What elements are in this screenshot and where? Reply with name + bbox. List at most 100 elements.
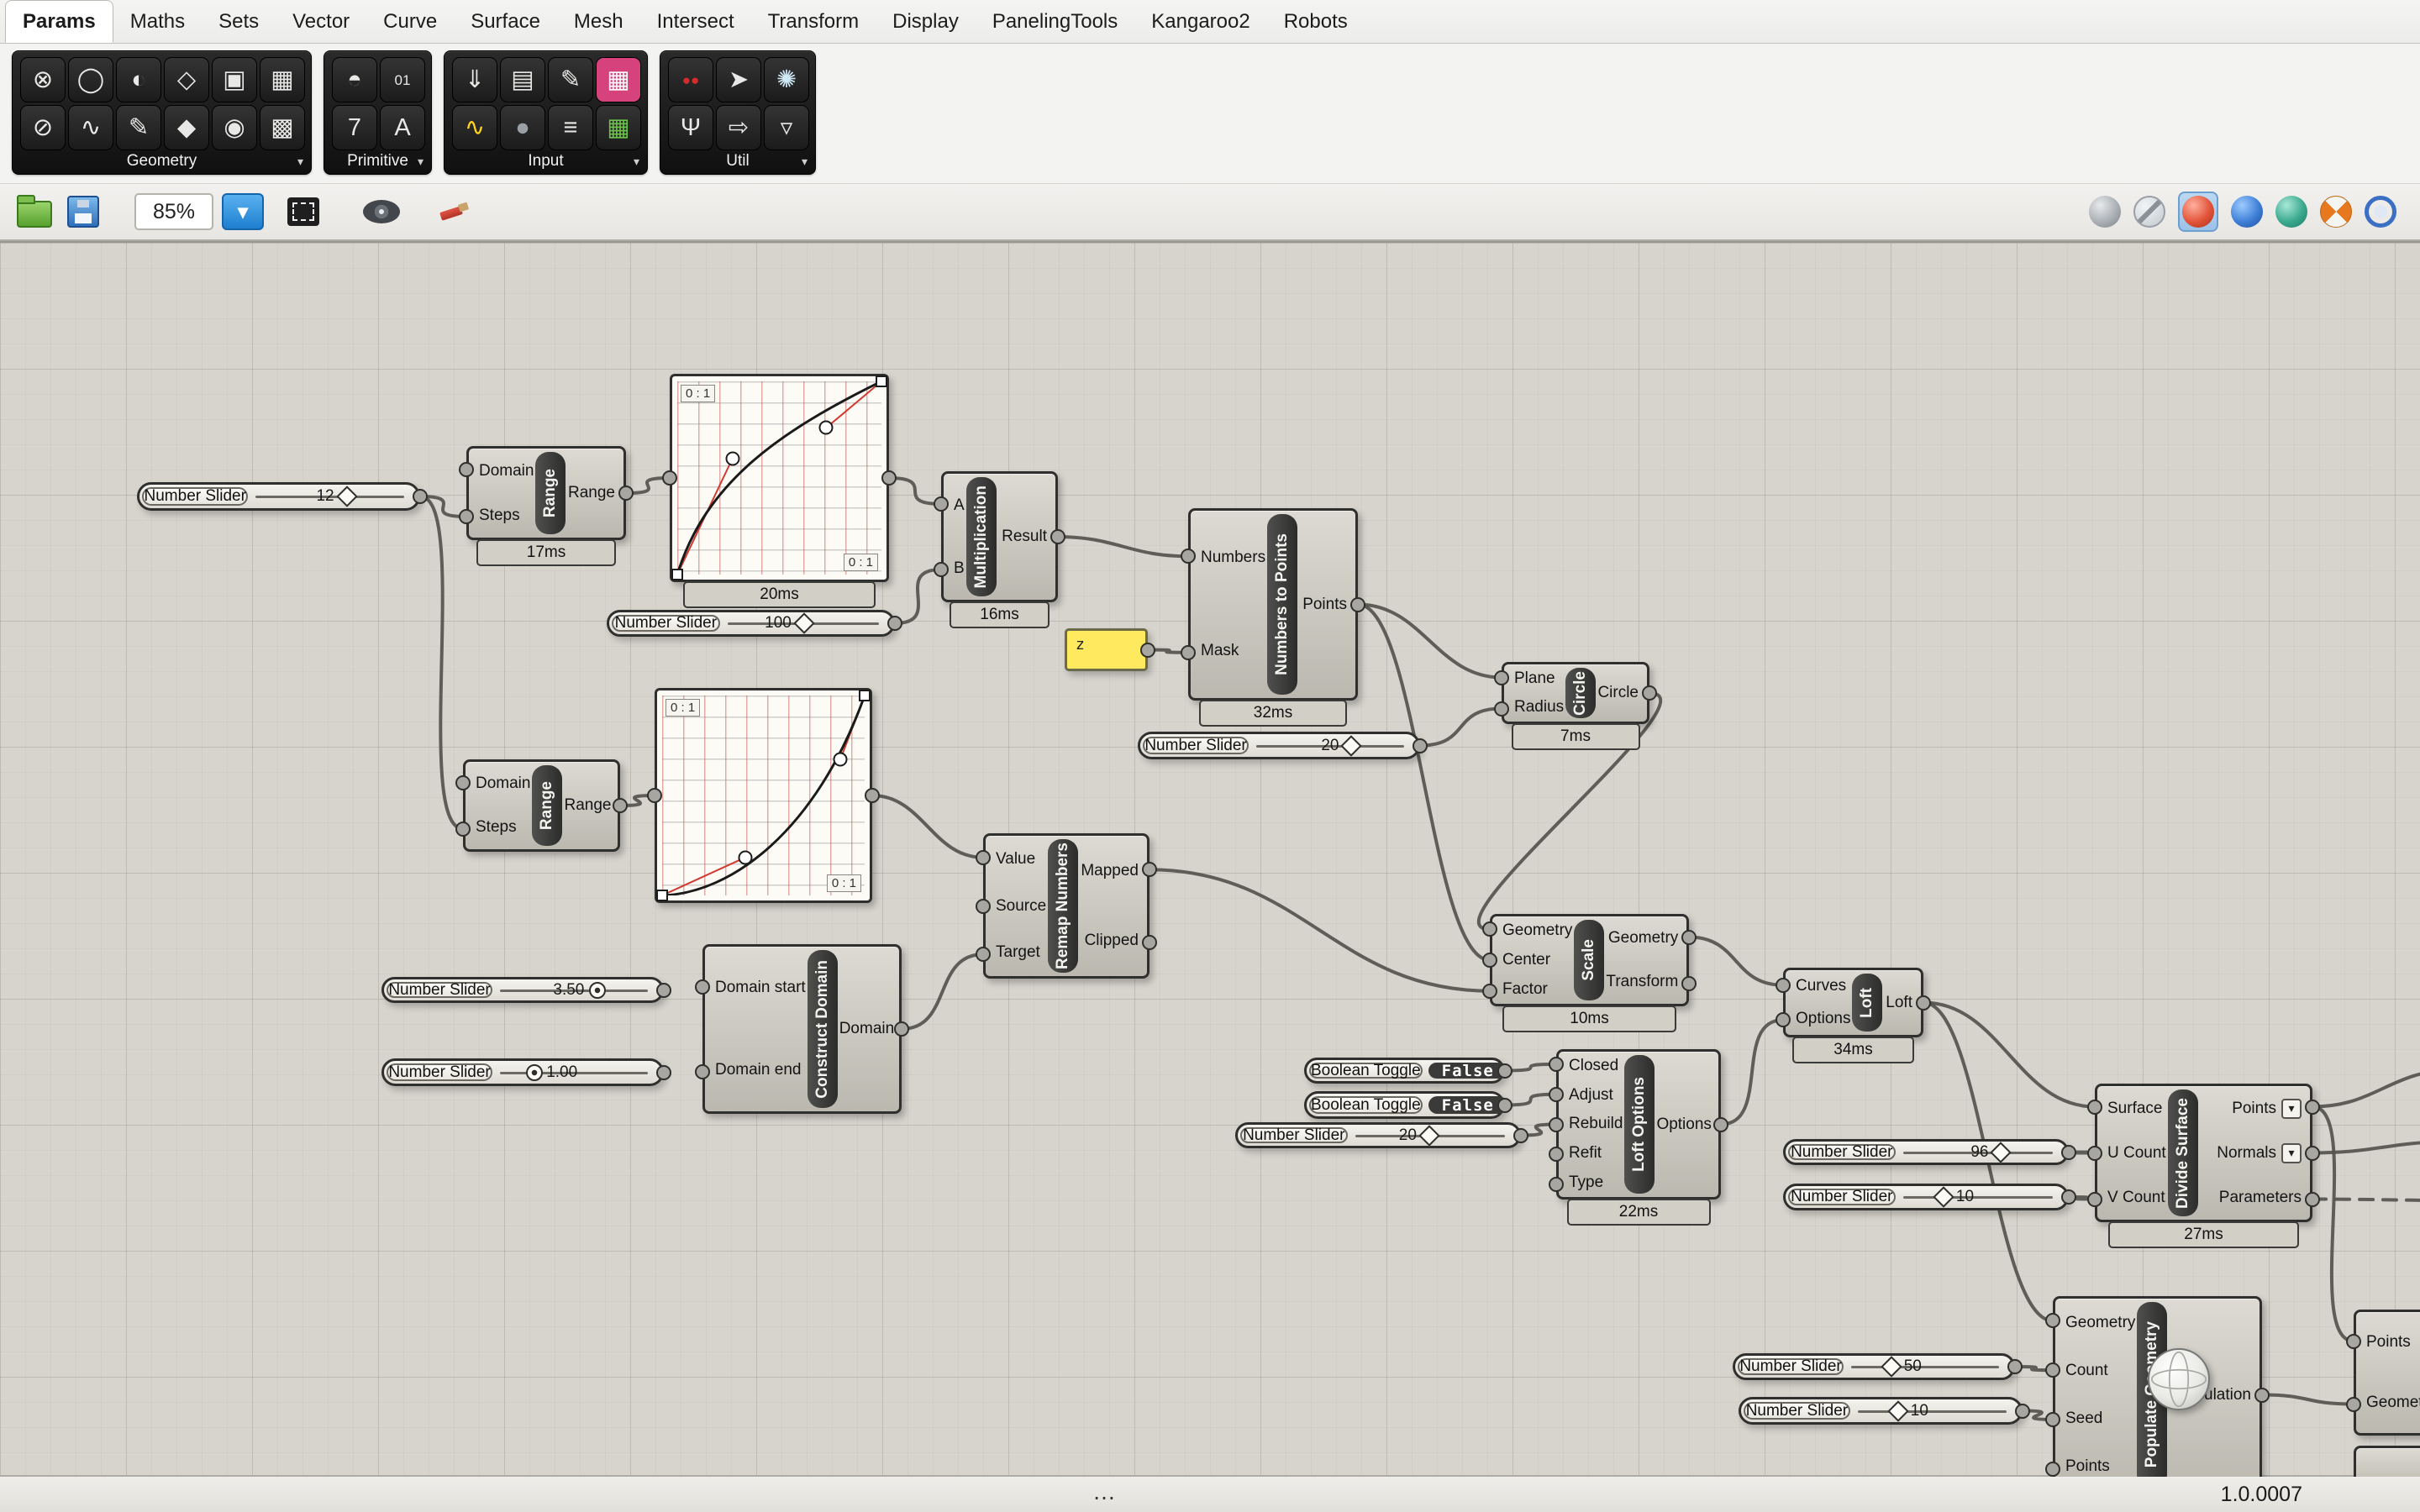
wire[interactable] [902, 954, 983, 1029]
graph-mapper-plot[interactable] [677, 381, 881, 575]
number-slider-1-00[interactable]: Number Slider1.00 [381, 1058, 664, 1086]
output-options-arrow-icon[interactable]: ▾ [2281, 1143, 2302, 1163]
flask-icon[interactable]: ▿ [764, 105, 809, 150]
port-nub[interactable] [1713, 1117, 1728, 1132]
port-nub[interactable] [1916, 995, 1931, 1011]
sphere-param-icon[interactable]: ◉ [212, 105, 257, 150]
port-nub[interactable] [1350, 597, 1365, 612]
zoom-extents-icon[interactable] [287, 197, 319, 226]
slider-grip[interactable] [1341, 735, 1362, 756]
port-nub[interactable] [1482, 984, 1497, 999]
output-options-arrow-icon[interactable]: ▾ [2281, 1099, 2302, 1119]
paintbrush-icon[interactable] [437, 196, 469, 228]
component-title-capsule[interactable]: Multiplication [966, 477, 997, 596]
slider-track[interactable]: 10 [1898, 1186, 2058, 1208]
scribble-icon[interactable]: ✎ [548, 57, 593, 102]
curve-control-point[interactable] [819, 421, 834, 435]
pencil-param-icon[interactable]: ✎ [116, 105, 161, 150]
menu-tab-params[interactable]: Params [5, 0, 113, 43]
port-nub[interactable] [894, 1021, 909, 1037]
menu-tab-maths[interactable]: Maths [113, 0, 202, 43]
integer-param-icon[interactable]: 7 [332, 105, 377, 150]
port-nub[interactable] [976, 850, 991, 865]
circle-component[interactable]: PlaneRadiusCircleCircle7ms [1502, 662, 1649, 724]
menu-tab-robots[interactable]: Robots [1267, 0, 1365, 43]
slider-track[interactable]: 50 [1846, 1356, 2004, 1378]
slider-grip[interactable] [1991, 1142, 2012, 1163]
ribbon-group-label[interactable]: Util▾ [668, 149, 808, 174]
port-nub[interactable] [459, 462, 474, 477]
port-nub[interactable] [1497, 1063, 1512, 1079]
port-nub[interactable] [1050, 529, 1065, 544]
component-title-capsule[interactable]: Loft [1852, 974, 1882, 1032]
partial-box-right[interactable] [2354, 1446, 2420, 1477]
graph-mapper-2[interactable]: 0 : 10 : 1 [655, 688, 872, 903]
preview-gray-sphere-icon[interactable] [2089, 196, 2121, 228]
slider-track[interactable]: 3.50 [495, 979, 653, 1000]
port-nub[interactable] [881, 470, 897, 486]
panel-icon[interactable]: ▤ [500, 57, 545, 102]
graph-mapper-icon[interactable]: ∿ [452, 105, 497, 150]
port-nub[interactable] [1140, 643, 1155, 658]
zoom-dropdown-button[interactable]: ▾ [222, 193, 264, 230]
port-nub[interactable] [2045, 1462, 2060, 1477]
partial-component-right[interactable]: PointsGeometry [2354, 1310, 2420, 1436]
menu-tab-panelingtools[interactable]: PanelingTools [976, 0, 1134, 43]
wire[interactable] [1721, 1020, 1783, 1124]
slider-grip[interactable] [526, 1064, 543, 1081]
menu-tab-intersect[interactable]: Intersect [640, 0, 751, 43]
wire[interactable] [1358, 605, 1502, 678]
graph-mapper-plot[interactable] [662, 696, 865, 895]
menu-tab-display[interactable]: Display [876, 0, 976, 43]
number-slider-3-50[interactable]: Number Slider3.50 [381, 977, 664, 1003]
boolean-toggle-adjust[interactable]: Boolean ToggleFalse [1304, 1091, 1505, 1119]
brep-param-icon[interactable]: ◇ [164, 57, 209, 102]
panel-node[interactable]: z [1065, 628, 1148, 671]
binary-param-icon[interactable]: 01 [380, 57, 425, 102]
port-nub[interactable] [2305, 1100, 2320, 1115]
port-nub[interactable] [2007, 1359, 2023, 1374]
slider-grip[interactable] [1933, 1186, 1954, 1207]
port-nub[interactable] [1681, 930, 1697, 945]
open-file-icon[interactable] [17, 201, 52, 228]
port-nub[interactable] [1181, 645, 1196, 660]
menu-tab-curve[interactable]: Curve [366, 0, 454, 43]
number-slider-20-rebuild[interactable]: Number Slider20 [1235, 1122, 1521, 1148]
port-nub[interactable] [1681, 976, 1697, 991]
port-nub[interactable] [2015, 1404, 2030, 1419]
number-slider-50[interactable]: Number Slider50 [1733, 1353, 2015, 1380]
preview-blue-sphere-icon[interactable] [2231, 196, 2263, 228]
component-title-capsule[interactable]: Range [535, 452, 566, 534]
slider-grip[interactable] [1887, 1400, 1908, 1421]
port-nub[interactable] [2305, 1146, 2320, 1161]
galapagos-icon[interactable]: ✺ [764, 57, 809, 102]
port-nub[interactable] [2305, 1192, 2320, 1207]
menu-tab-vector[interactable]: Vector [276, 0, 366, 43]
port-nub[interactable] [1413, 738, 1428, 753]
slider-track[interactable]: 100 [723, 612, 884, 634]
port-nub[interactable] [1642, 685, 1657, 701]
remap-numbers-component[interactable]: ValueSourceTargetRemap NumbersMappedClip… [983, 833, 1150, 979]
toggle-state-value[interactable]: False [1428, 1096, 1507, 1114]
port-nub[interactable] [2087, 1100, 2102, 1115]
menu-tab-surface[interactable]: Surface [454, 0, 557, 43]
port-nub[interactable] [1494, 701, 1509, 717]
toggle-state-value[interactable]: False [1428, 1063, 1507, 1079]
component-title-capsule[interactable]: Remap Numbers [1048, 839, 1078, 973]
component-title-capsule[interactable]: Scale [1574, 920, 1604, 1000]
wire[interactable] [2312, 1200, 2420, 1201]
status-ellipsis[interactable]: … [1092, 1478, 1116, 1505]
wire[interactable] [2312, 1107, 2354, 1341]
zoom-level-box[interactable]: 85% [134, 193, 213, 230]
port-nub[interactable] [695, 979, 710, 995]
port-nub[interactable] [618, 486, 634, 501]
curve-control-point[interactable] [738, 850, 752, 864]
wire[interactable] [2262, 1395, 2354, 1404]
wire[interactable] [1358, 605, 1490, 961]
multiplication-component[interactable]: ABMultiplicationResult16ms [941, 471, 1058, 602]
divide-surface-component[interactable]: SurfaceU CountV CountDivide SurfacePoint… [2095, 1084, 2312, 1222]
colour-blocks-icon[interactable]: ▦ [596, 105, 641, 150]
port-nub[interactable] [1497, 1098, 1512, 1113]
tree-icon[interactable]: Ψ [668, 105, 713, 150]
preview-ring-icon[interactable] [2365, 196, 2396, 228]
